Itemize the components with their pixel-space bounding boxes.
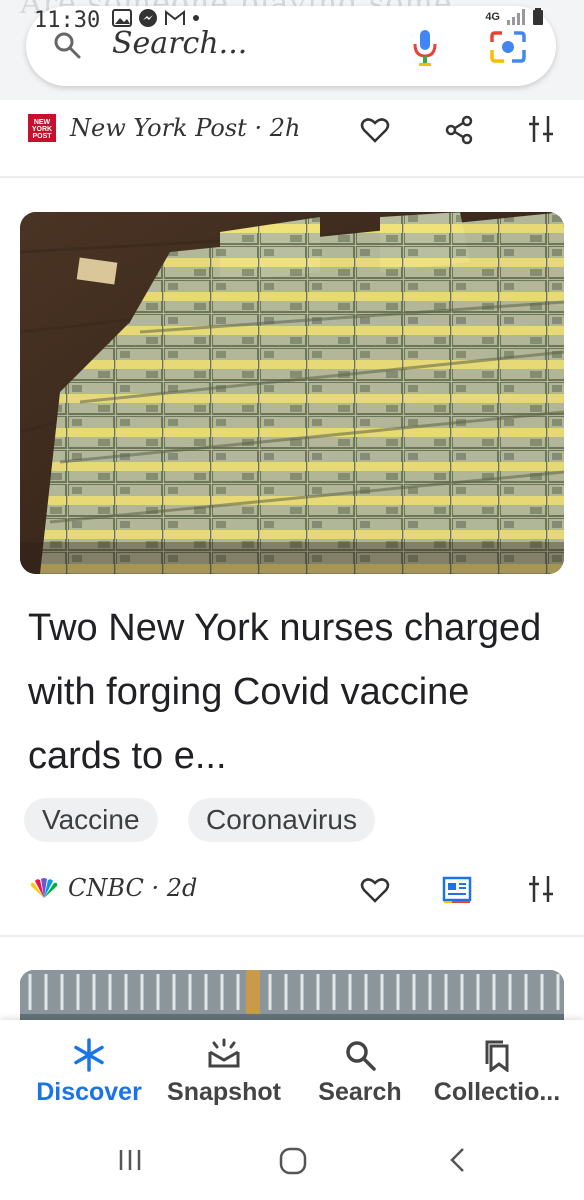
bottom-navigation: Discover Snapshot Search Collectio... <box>0 1020 584 1128</box>
article-image[interactable] <box>20 212 564 574</box>
article-source[interactable]: CNBC · 2d <box>68 874 197 902</box>
divider <box>0 935 584 937</box>
heart-icon[interactable] <box>360 876 390 904</box>
back-icon[interactable] <box>448 1146 468 1174</box>
lens-icon[interactable] <box>488 30 528 64</box>
article-headline[interactable]: Two New York nurses charged with forging… <box>28 596 568 788</box>
chip-coronavirus[interactable]: Coronavirus <box>188 798 375 842</box>
nav-collections[interactable]: Collectio... <box>424 1020 570 1128</box>
article-source-row: NEW YORK POST New York Post · 2h <box>0 108 584 148</box>
system-navigation-bar <box>0 1128 584 1200</box>
tune-icon[interactable] <box>528 114 554 144</box>
messenger-icon <box>139 9 157 27</box>
chip-vaccine[interactable]: Vaccine <box>24 798 158 842</box>
battery-icon <box>533 8 543 25</box>
network-type: 4G <box>485 11 500 23</box>
tune-icon[interactable] <box>528 874 554 904</box>
signal-icon <box>507 9 525 25</box>
asterisk-icon <box>74 1038 104 1072</box>
nav-label: Snapshot <box>167 1078 281 1106</box>
nypost-logo-icon: NEWYORKPOST <box>28 114 56 142</box>
recent-apps-icon[interactable] <box>116 1146 144 1174</box>
nav-label: Search <box>318 1078 402 1106</box>
nav-label: Collectio... <box>433 1078 561 1106</box>
gmail-icon <box>165 9 185 25</box>
nav-discover[interactable]: Discover <box>30 1020 148 1128</box>
full-coverage-icon[interactable] <box>442 876 472 904</box>
home-icon[interactable] <box>278 1146 308 1176</box>
stacks-of-cash-photo <box>20 212 564 574</box>
svg-text:YORK: YORK <box>32 126 52 133</box>
article-source[interactable]: New York Post · 2h <box>70 114 300 142</box>
search-bar[interactable] <box>26 6 556 86</box>
divider <box>0 176 584 178</box>
snapshot-icon <box>208 1038 240 1068</box>
search-icon <box>346 1041 376 1071</box>
svg-text:POST: POST <box>32 133 52 140</box>
status-system-icons: 4G <box>485 8 544 26</box>
nav-snapshot[interactable]: Snapshot <box>162 1020 286 1128</box>
peacock-logo <box>30 878 58 898</box>
article-source-row: CNBC · 2d <box>0 868 584 908</box>
nav-label: Discover <box>36 1078 142 1106</box>
gallery-icon <box>112 9 132 27</box>
svg-text:NEW: NEW <box>34 119 51 126</box>
heart-icon[interactable] <box>360 116 390 144</box>
status-notification-icons <box>112 8 200 28</box>
nav-search[interactable]: Search <box>306 1020 414 1128</box>
bookmark-icon <box>485 1040 509 1072</box>
search-input[interactable]: Search... <box>112 26 247 61</box>
mic-icon[interactable] <box>412 28 438 68</box>
search-icon <box>54 32 81 59</box>
dot-icon <box>193 15 199 21</box>
share-icon[interactable] <box>444 115 474 145</box>
